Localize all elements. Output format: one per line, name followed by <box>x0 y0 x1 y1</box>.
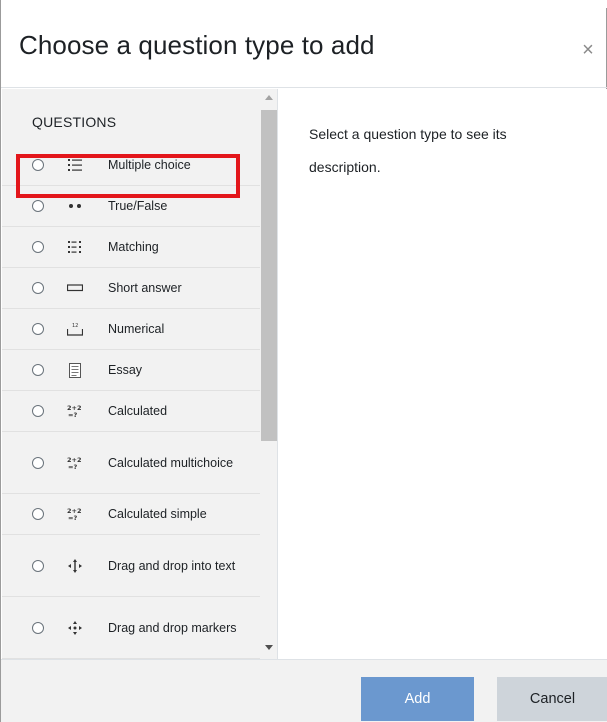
calculated-simple-icon: 2+2 =? <box>66 505 84 523</box>
close-icon[interactable]: × <box>579 40 597 60</box>
question-option-label: Calculated <box>108 404 168 418</box>
question-option-short-answer[interactable]: Short answer <box>2 268 260 309</box>
matching-icon <box>66 238 84 256</box>
radio-button[interactable] <box>32 323 44 335</box>
question-option-label: Essay <box>108 363 143 377</box>
scrollbar-thumb[interactable] <box>261 110 277 441</box>
question-option-matching[interactable]: Matching <box>2 227 260 268</box>
calculated-icon: 2+2 =? <box>66 402 84 420</box>
question-option-multiple-choice[interactable]: Multiple choice <box>2 145 260 186</box>
true-false-icon <box>66 197 84 215</box>
top-strip <box>1 0 607 8</box>
radio-button[interactable] <box>32 159 44 171</box>
radio-button[interactable] <box>32 200 44 212</box>
questions-heading: QUESTIONS <box>32 114 117 130</box>
radio-button[interactable] <box>32 559 44 572</box>
radio-button[interactable] <box>32 282 44 294</box>
svg-text:=?: =? <box>68 411 77 418</box>
question-option-calculated-multichoice[interactable]: 2+2 =? Calculated multichoice <box>2 432 260 494</box>
svg-text:12: 12 <box>72 323 78 329</box>
question-option-essay[interactable]: Essay <box>2 350 260 391</box>
scroll-down-arrow-icon[interactable] <box>265 645 273 650</box>
radio-button[interactable] <box>32 621 44 634</box>
question-option-label: Calculated multichoice <box>108 455 234 470</box>
question-option-numerical[interactable]: 12 Numerical <box>2 309 260 350</box>
question-option-label: Calculated simple <box>108 507 207 521</box>
numerical-icon: 12 <box>66 320 84 338</box>
add-button[interactable]: Add <box>361 677 474 721</box>
question-type-list: Multiple choice True/False Matching Shor… <box>2 145 260 659</box>
svg-text:=?: =? <box>68 514 77 521</box>
radio-button[interactable] <box>32 241 44 253</box>
question-option-label: True/False <box>108 199 168 213</box>
essay-icon <box>66 361 84 379</box>
question-option-label: Drag and drop into text <box>108 558 236 573</box>
dialog-title: Choose a question type to add <box>19 30 375 60</box>
question-option-calculated-simple[interactable]: 2+2 =? Calculated simple <box>2 494 260 535</box>
short-answer-icon <box>66 279 84 297</box>
question-option-label: Multiple choice <box>108 158 191 172</box>
radio-button[interactable] <box>32 508 44 520</box>
question-option-true-false[interactable]: True/False <box>2 186 260 227</box>
question-type-panel: QUESTIONS Multiple choice True/False Mat… <box>2 89 278 659</box>
dialog-footer: Add Cancel <box>1 659 607 722</box>
dialog-header: Choose a question type to add × <box>1 8 607 88</box>
radio-button[interactable] <box>32 364 44 376</box>
question-option-drag-drop-markers[interactable]: Drag and drop markers <box>2 597 260 659</box>
question-chooser-dialog: Choose a question type to add × QUESTION… <box>0 0 607 722</box>
cancel-button[interactable]: Cancel <box>497 677 607 721</box>
multiple-choice-icon <box>66 156 84 174</box>
radio-button[interactable] <box>32 405 44 417</box>
description-panel: Select a question type to see its descri… <box>279 89 607 659</box>
drag-drop-markers-icon <box>66 619 84 637</box>
question-option-label: Numerical <box>108 322 165 336</box>
drag-drop-text-icon <box>66 557 84 575</box>
question-option-label: Matching <box>108 240 159 254</box>
svg-text:=?: =? <box>68 463 77 470</box>
calculated-multichoice-icon: 2+2 =? <box>66 454 84 472</box>
question-type-description: Select a question type to see its descri… <box>309 126 507 175</box>
question-option-label: Short answer <box>108 281 182 295</box>
question-option-label: Drag and drop markers <box>108 620 237 635</box>
scroll-up-arrow-icon[interactable] <box>265 95 273 100</box>
list-scrollbar[interactable] <box>260 89 277 659</box>
radio-button[interactable] <box>32 456 44 469</box>
question-option-calculated[interactable]: 2+2 =? Calculated <box>2 391 260 432</box>
question-option-drag-drop-text[interactable]: Drag and drop into text <box>2 535 260 597</box>
